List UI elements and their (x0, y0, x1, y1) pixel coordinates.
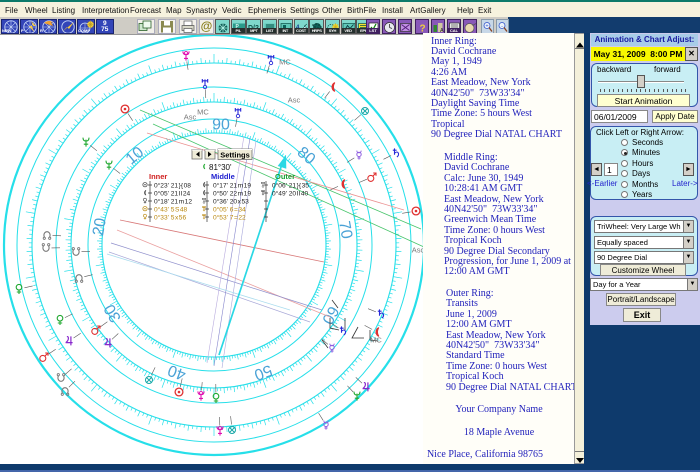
svg-text:Settings: Settings (220, 150, 250, 159)
svg-text:MC: MC (279, 58, 291, 67)
svg-text:40: 40 (166, 361, 189, 383)
svg-text:0°49' 20 II 40: 0°49' 20 II 40 (272, 190, 308, 198)
svg-text:Inner: Inner (149, 172, 167, 181)
svg-text:0°05' 6 = 34: 0°05' 6 = 34 (213, 206, 246, 214)
svg-text:+: + (485, 24, 488, 30)
svg-text:Asc: Asc (288, 96, 301, 105)
svg-text:0°53' 7 = 22: 0°53' 7 = 22 (213, 214, 246, 222)
svg-text:Middle: Middle (211, 172, 235, 181)
svg-text:81°30': 81°30' (209, 163, 232, 172)
svg-text:0°36' 20 x 53: 0°36' 20 x 53 (213, 198, 249, 206)
svg-text:90: 90 (212, 117, 230, 134)
svg-text:0°05' 21 II 24: 0°05' 21 II 24 (154, 190, 190, 198)
svg-text:80: 80 (294, 144, 319, 169)
svg-text:0°33' 5 x 56: 0°33' 5 x 56 (154, 214, 186, 222)
svg-text:-: - (501, 24, 503, 30)
svg-text:0°06' 21 }{ 35: 0°06' 21 }{ 35 (272, 182, 309, 190)
svg-text:Outer: Outer (275, 172, 295, 181)
svg-text:30: 30 (101, 301, 125, 325)
svg-text:?: ? (419, 24, 425, 34)
svg-text:10: 10 (123, 144, 148, 169)
svg-text:0°23' 21 }{ 08: 0°23' 21 }{ 08 (154, 182, 191, 190)
svg-text:0°50' 22 m 19: 0°50' 22 m 19 (213, 190, 251, 198)
svg-text:Asc: Asc (184, 113, 197, 122)
svg-text:MC: MC (197, 108, 209, 117)
svg-text:0°43' 5 S 48: 0°43' 5 S 48 (154, 206, 188, 214)
svg-text:70: 70 (335, 220, 355, 241)
svg-text:MC: MC (370, 336, 382, 345)
svg-text:0°17' 21 m 19: 0°17' 21 m 19 (213, 182, 251, 190)
svg-text:0°18' 21 m 12: 0°18' 21 m 12 (154, 198, 192, 206)
svg-text:20: 20 (90, 217, 110, 238)
